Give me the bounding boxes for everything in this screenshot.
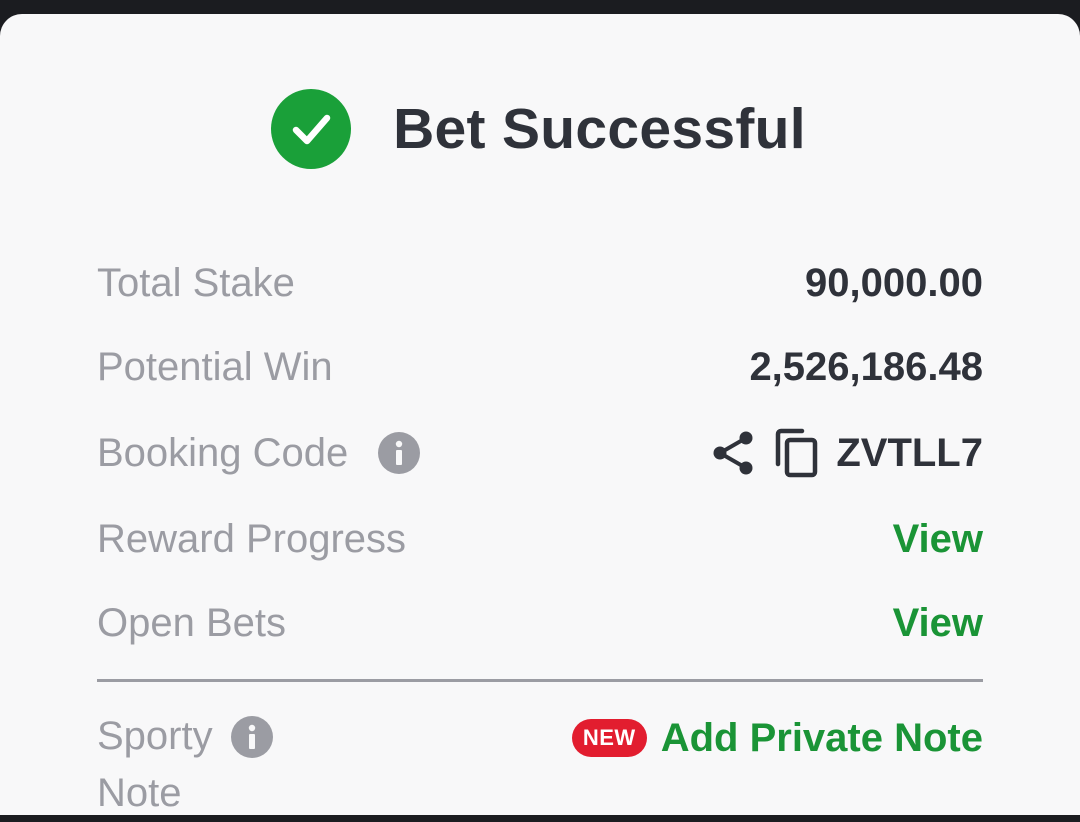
open-bets-label: Open Bets [97, 600, 287, 645]
open-bets-view-link[interactable]: View [893, 601, 983, 646]
check-circle-icon [271, 89, 352, 169]
sporty-note-label-line2: Note [97, 771, 182, 815]
total-stake-row: Total Stake 90,000.00 [97, 253, 983, 313]
potential-win-label: Potential Win [97, 344, 333, 389]
booking-code-value[interactable]: ZVTLL7 [836, 431, 983, 476]
sporty-note-label-group: Sporty Note [97, 708, 317, 822]
reward-progress-view-link[interactable]: View [893, 517, 983, 562]
booking-code-actions: ZVTLL7 [710, 428, 983, 478]
success-header: Bet Successful [0, 89, 1080, 169]
booking-code-label: Booking Code [97, 430, 349, 475]
page-title: Bet Successful [393, 97, 806, 161]
reward-progress-row: Reward Progress View [97, 509, 983, 569]
share-icon[interactable] [710, 429, 756, 477]
sporty-note-label-line1: Sporty [97, 714, 213, 758]
reward-progress-label: Reward Progress [97, 516, 407, 561]
sporty-note-info-icon[interactable] [230, 715, 273, 758]
open-bets-row: Open Bets View [97, 593, 983, 653]
potential-win-row: Potential Win 2,526,186.48 [97, 337, 983, 397]
section-divider [97, 679, 983, 682]
add-note-group: NEW Add Private Note [571, 708, 983, 768]
booking-code-row: Booking Code ZVTLL7 [97, 423, 983, 483]
sporty-note-line1: Sporty [97, 708, 317, 765]
info-icon[interactable] [378, 432, 421, 474]
potential-win-value: 2,526,186.48 [749, 344, 983, 389]
new-badge: NEW [571, 719, 647, 757]
booking-code-label-group: Booking Code [97, 430, 421, 476]
add-private-note-link[interactable]: Add Private Note [661, 716, 983, 761]
total-stake-value: 90,000.00 [805, 260, 983, 305]
copy-icon[interactable] [774, 428, 820, 478]
total-stake-label: Total Stake [97, 260, 295, 305]
